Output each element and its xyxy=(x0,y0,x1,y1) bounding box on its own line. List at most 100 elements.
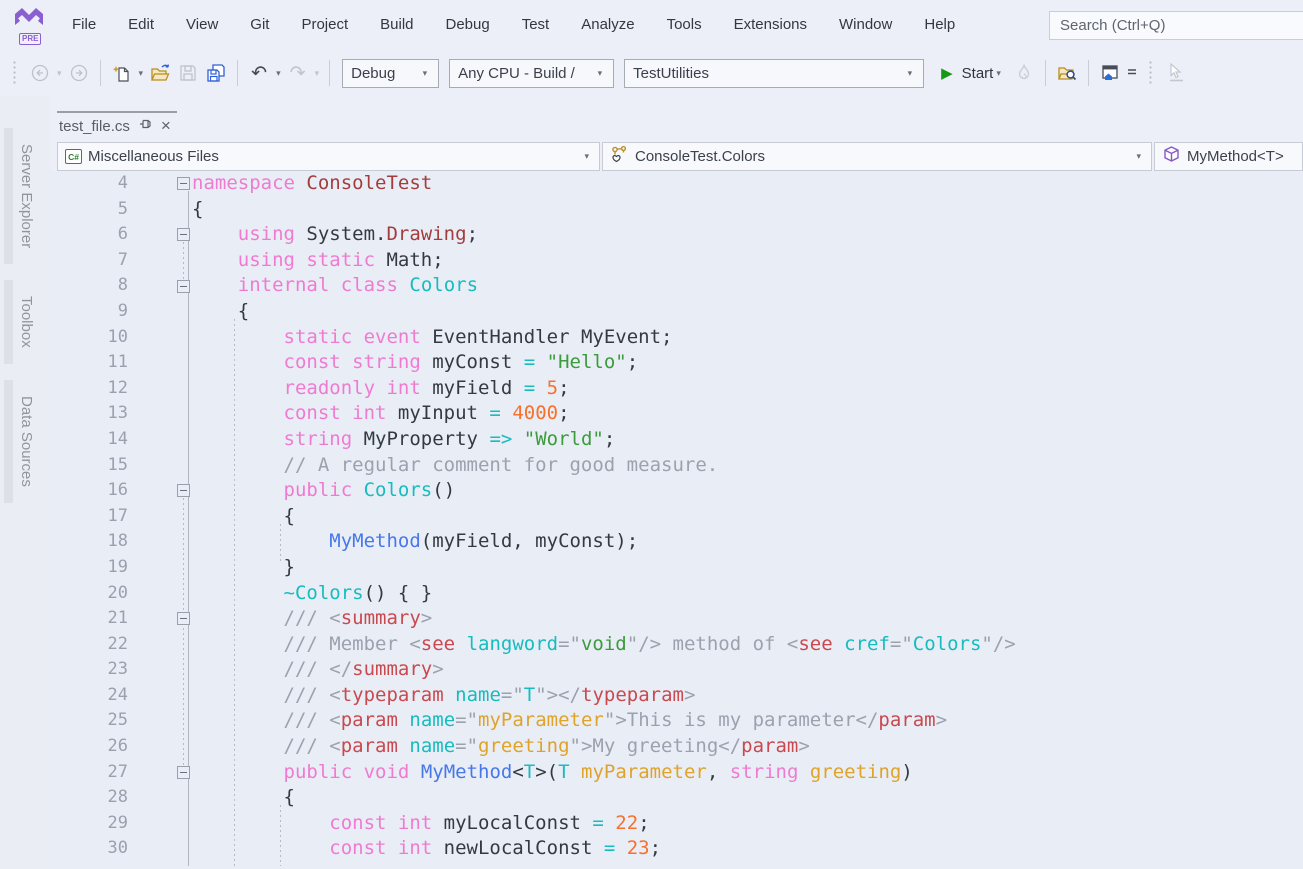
collapse-toggle-icon[interactable] xyxy=(177,280,190,293)
fold-margin xyxy=(128,376,192,402)
code-line-18[interactable]: 18 MyMethod(myField, myConst); xyxy=(50,529,1303,555)
menu-item-extensions[interactable]: Extensions xyxy=(718,0,823,50)
type-dropdown[interactable]: ConsoleTest.Colors ▾ xyxy=(602,142,1152,171)
hot-reload-icon[interactable] xyxy=(1011,60,1037,86)
menu-item-help[interactable]: Help xyxy=(908,0,971,50)
fold-margin xyxy=(128,401,192,427)
code-line-29[interactable]: 29 const int myLocalConst = 22; xyxy=(50,811,1303,837)
new-file-caret-icon[interactable]: ▾ xyxy=(139,68,144,79)
toolbar-grip[interactable] xyxy=(1148,60,1154,86)
fold-margin xyxy=(128,427,192,453)
selection-pointer-icon[interactable] xyxy=(1163,60,1189,86)
code-line-19[interactable]: 19 } xyxy=(50,555,1303,581)
line-number: 6 xyxy=(50,222,128,248)
close-icon[interactable]: × xyxy=(161,119,171,133)
pin-icon[interactable] xyxy=(139,117,152,135)
solution-configuration-dropdown[interactable]: Debug▾ xyxy=(342,59,439,88)
open-folder-icon[interactable] xyxy=(147,60,173,86)
line-number: 10 xyxy=(50,325,128,351)
code-line-12[interactable]: 12 readonly int myField = 5; xyxy=(50,376,1303,402)
menu-item-analyze[interactable]: Analyze xyxy=(565,0,650,50)
method-icon xyxy=(1162,145,1181,168)
start-caret-icon[interactable]: ▾ xyxy=(996,68,1001,79)
document-tab[interactable]: test_file.cs × xyxy=(57,111,177,139)
code-line-7[interactable]: 7 using static Math; xyxy=(50,248,1303,274)
code-line-17[interactable]: 17 { xyxy=(50,504,1303,530)
toolbar-grip[interactable] xyxy=(12,60,18,86)
csharp-file-icon: C# xyxy=(65,149,82,164)
line-number: 22 xyxy=(50,632,128,658)
document-tab-label: test_file.cs xyxy=(59,118,130,135)
collapse-toggle-icon[interactable] xyxy=(177,177,190,190)
code-line-11[interactable]: 11 const string myConst = "Hello"; xyxy=(50,350,1303,376)
menu-item-project[interactable]: Project xyxy=(285,0,364,50)
side-tab-toolbox[interactable]: Toolbox xyxy=(18,280,50,364)
title-bar: PRE FileEditViewGitProjectBuildDebugTest… xyxy=(0,0,1303,50)
side-tab-server-explorer[interactable]: Server Explorer xyxy=(18,128,50,264)
menu-item-git[interactable]: Git xyxy=(234,0,285,50)
code-line-16[interactable]: 16 public Colors() xyxy=(50,478,1303,504)
code-line-5[interactable]: 5{ xyxy=(50,197,1303,223)
toolbar: ▾ ▾ ↶ ▾ ↷ ▾ xyxy=(0,50,1303,96)
code-line-21[interactable]: 21 /// <summary> xyxy=(50,606,1303,632)
code-line-15[interactable]: 15 // A regular comment for good measure… xyxy=(50,453,1303,479)
code-line-8[interactable]: 8 internal class Colors xyxy=(50,273,1303,299)
document-area: test_file.cs × C# Miscellaneous Files ▾ xyxy=(50,96,1303,869)
code-line-20[interactable]: 20 ~Colors() { } xyxy=(50,581,1303,607)
solution-platform-dropdown[interactable]: Any CPU - Build /▾ xyxy=(449,59,614,88)
code-line-23[interactable]: 23 /// </summary> xyxy=(50,657,1303,683)
code-line-9[interactable]: 9 { xyxy=(50,299,1303,325)
save-icon[interactable] xyxy=(175,60,201,86)
collapse-toggle-icon[interactable] xyxy=(177,766,190,779)
undo-icon[interactable]: ↶ xyxy=(246,60,272,86)
redo-icon[interactable]: ↷ xyxy=(285,60,311,86)
code-line-4[interactable]: 4namespace ConsoleTest xyxy=(50,171,1303,197)
menu-item-build[interactable]: Build xyxy=(364,0,429,50)
menu-item-file[interactable]: File xyxy=(56,0,112,50)
find-in-files-icon[interactable] xyxy=(1054,60,1080,86)
menu-item-window[interactable]: Window xyxy=(823,0,908,50)
menu-item-test[interactable]: Test xyxy=(506,0,566,50)
save-all-icon[interactable] xyxy=(203,60,229,86)
code-line-30[interactable]: 30 const int newLocalConst = 23; xyxy=(50,836,1303,862)
toolbar-overflow-icon[interactable] xyxy=(1125,60,1139,86)
line-number: 23 xyxy=(50,657,128,683)
startup-project-dropdown[interactable]: TestUtilities▾ xyxy=(624,59,924,88)
collapse-toggle-icon[interactable] xyxy=(177,612,190,625)
navigate-forward-icon[interactable] xyxy=(66,60,92,86)
search-input[interactable] xyxy=(1049,11,1303,40)
code-line-28[interactable]: 28 { xyxy=(50,785,1303,811)
menu-item-edit[interactable]: Edit xyxy=(112,0,170,50)
line-number: 19 xyxy=(50,555,128,581)
navigate-back-caret-icon[interactable]: ▾ xyxy=(57,68,62,79)
code-editor[interactable]: 4namespace ConsoleTest5{6 using System.D… xyxy=(50,171,1303,869)
code-line-13[interactable]: 13 const int myInput = 4000; xyxy=(50,401,1303,427)
side-panel: Server Explorer Toolbox Data Sources xyxy=(0,96,50,869)
code-line-6[interactable]: 6 using System.Drawing; xyxy=(50,222,1303,248)
undo-caret-icon[interactable]: ▾ xyxy=(276,68,281,79)
menu-item-tools[interactable]: Tools xyxy=(651,0,718,50)
menu-item-debug[interactable]: Debug xyxy=(430,0,506,50)
side-tab-data-sources[interactable]: Data Sources xyxy=(18,380,50,503)
start-debugging-button[interactable]: ▶ Start ▾ xyxy=(941,64,1004,82)
collapse-toggle-icon[interactable] xyxy=(177,228,190,241)
navigate-back-icon[interactable] xyxy=(27,60,53,86)
redo-caret-icon[interactable]: ▾ xyxy=(315,68,320,79)
fold-margin xyxy=(128,811,192,837)
new-file-icon[interactable] xyxy=(109,60,135,86)
code-line-27[interactable]: 27 public void MyMethod<T>(T myParameter… xyxy=(50,760,1303,786)
code-line-14[interactable]: 14 string MyProperty => "World"; xyxy=(50,427,1303,453)
line-number: 4 xyxy=(50,171,128,197)
code-line-26[interactable]: 26 /// <param name="greeting">My greetin… xyxy=(50,734,1303,760)
project-dropdown[interactable]: C# Miscellaneous Files ▾ xyxy=(57,142,600,171)
menu-bar: FileEditViewGitProjectBuildDebugTestAnal… xyxy=(56,0,971,50)
menu-item-view[interactable]: View xyxy=(170,0,234,50)
code-text: string MyProperty => "World"; xyxy=(192,427,1303,453)
code-line-24[interactable]: 24 /// <typeparam name="T"></typeparam> xyxy=(50,683,1303,709)
code-line-25[interactable]: 25 /// <param name="myParameter">This is… xyxy=(50,708,1303,734)
collapse-toggle-icon[interactable] xyxy=(177,484,190,497)
member-dropdown[interactable]: MyMethod<T> xyxy=(1154,142,1303,171)
code-line-22[interactable]: 22 /// Member <see langword="void"/> met… xyxy=(50,632,1303,658)
code-line-10[interactable]: 10 static event EventHandler MyEvent; xyxy=(50,325,1303,351)
window-home-icon[interactable] xyxy=(1097,60,1123,86)
